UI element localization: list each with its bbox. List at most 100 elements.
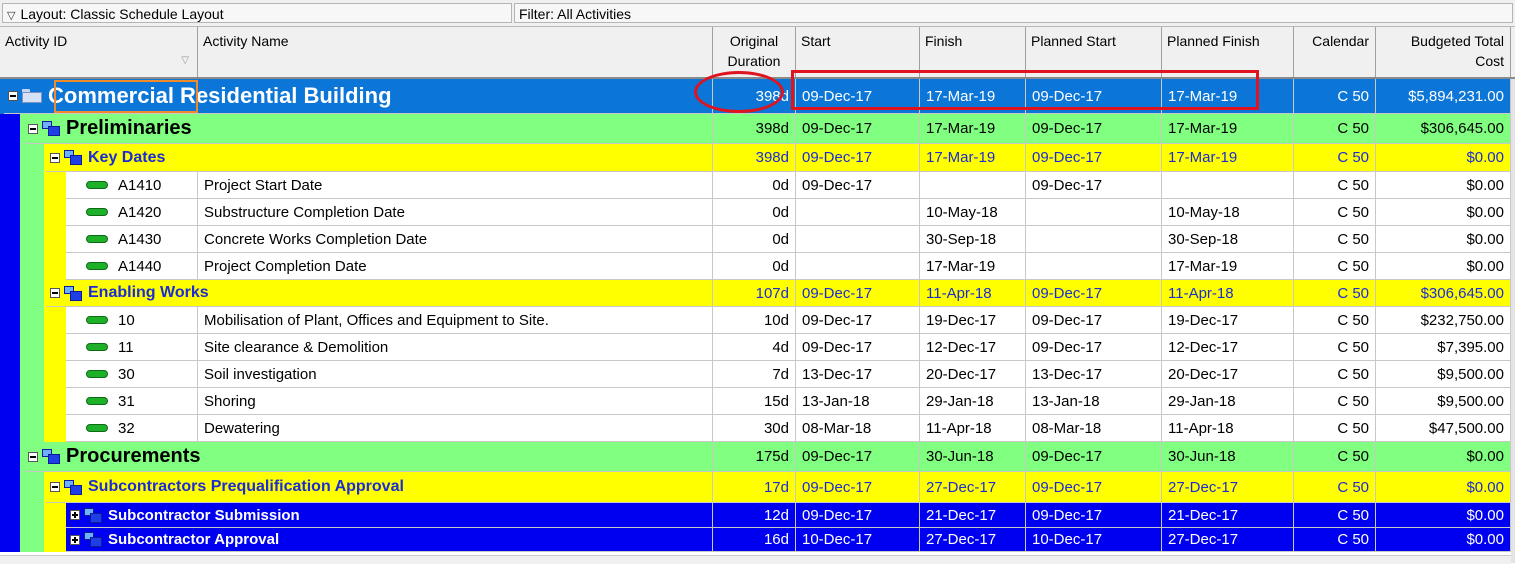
cell-cal[interactable]: C 50 (1294, 528, 1376, 552)
wbs-name-cell[interactable]: Subcontractors Prequalification Approval (46, 472, 713, 503)
wbs-row[interactable]: Subcontractor Approval 16d 10-Dec-17 27-Dec… (0, 528, 1511, 552)
activity-id-cell[interactable]: A1430 (66, 226, 198, 253)
cell-pstart[interactable]: 09-Dec-17 (1026, 79, 1162, 114)
cell-pfinish[interactable]: 30-Jun-18 (1162, 442, 1294, 472)
cell-cost[interactable]: $0.00 (1376, 144, 1511, 172)
cell-start[interactable]: 09-Dec-17 (796, 114, 920, 144)
activity-row[interactable]: A1420 Substructure Completion Date 0d 10-Ma… (0, 199, 1511, 226)
cell-pfinish[interactable]: 20-Dec-17 (1162, 361, 1294, 388)
cell-start[interactable]: 09-Dec-17 (796, 307, 920, 334)
wbs-row[interactable]: Subcontractors Prequalification Approval… (0, 472, 1511, 503)
cell-cost[interactable]: $0.00 (1376, 442, 1511, 472)
cell-dur[interactable]: 107d (713, 280, 796, 307)
cell-cost[interactable]: $0.00 (1376, 503, 1511, 528)
cell-cost[interactable]: $306,645.00 (1376, 280, 1511, 307)
cell-cal[interactable]: C 50 (1294, 253, 1376, 280)
cell-finish[interactable]: 17-Mar-19 (920, 144, 1026, 172)
cell-cal[interactable]: C 50 (1294, 280, 1376, 307)
wbs-row[interactable]: Enabling Works 107d 09-Dec-17 11-Apr-18 09-D… (0, 280, 1511, 307)
wbs-row[interactable]: Key Dates 398d 09-Dec-17 17-Mar-19 09-Dec-17… (0, 144, 1511, 172)
cell-pstart[interactable]: 13-Jan-18 (1026, 388, 1162, 415)
cell-finish[interactable]: 27-Dec-17 (920, 528, 1026, 552)
column-header-original-duration[interactable]: Original Duration (713, 27, 796, 77)
cell-finish[interactable]: 30-Jun-18 (920, 442, 1026, 472)
cell-pstart[interactable]: 09-Dec-17 (1026, 172, 1162, 199)
cell-start[interactable]: 09-Dec-17 (796, 172, 920, 199)
cell-cal[interactable]: C 50 (1294, 472, 1376, 503)
cell-cal[interactable]: C 50 (1294, 199, 1376, 226)
activity-id-cell[interactable]: 32 (66, 415, 198, 442)
activity-name-cell[interactable]: Shoring (198, 388, 713, 415)
cell-cost[interactable]: $47,500.00 (1376, 415, 1511, 442)
cell-dur[interactable]: 30d (713, 415, 796, 442)
collapse-icon[interactable] (50, 482, 60, 492)
cell-pstart[interactable] (1026, 253, 1162, 280)
cell-pfinish[interactable]: 17-Mar-19 (1162, 144, 1294, 172)
cell-dur[interactable]: 15d (713, 388, 796, 415)
activity-row[interactable]: 11 Site clearance & Demolition 4d 09-Dec-17… (0, 334, 1511, 361)
cell-pfinish[interactable]: 27-Dec-17 (1162, 472, 1294, 503)
collapse-icon[interactable] (8, 91, 18, 101)
cell-cal[interactable]: C 50 (1294, 79, 1376, 114)
cell-pstart[interactable]: 13-Dec-17 (1026, 361, 1162, 388)
cell-dur[interactable]: 175d (713, 442, 796, 472)
activity-name-cell[interactable]: Soil investigation (198, 361, 713, 388)
expand-icon[interactable] (70, 534, 80, 545)
cell-cost[interactable]: $9,500.00 (1376, 388, 1511, 415)
activity-name-cell[interactable]: Concrete Works Completion Date (198, 226, 713, 253)
activity-id-cell[interactable]: A1440 (66, 253, 198, 280)
cell-pfinish[interactable]: 17-Mar-19 (1162, 79, 1294, 114)
activity-row[interactable]: 30 Soil investigation 7d 13-Dec-17 20-Dec-17… (0, 361, 1511, 388)
cell-finish[interactable]: 17-Mar-19 (920, 114, 1026, 144)
cell-dur[interactable]: 0d (713, 199, 796, 226)
cell-cost[interactable]: $5,894,231.00 (1376, 79, 1511, 114)
cell-cal[interactable]: C 50 (1294, 226, 1376, 253)
cell-pstart[interactable]: 09-Dec-17 (1026, 144, 1162, 172)
cell-pstart[interactable]: 09-Dec-17 (1026, 503, 1162, 528)
cell-finish[interactable]: 17-Mar-19 (920, 79, 1026, 114)
cell-dur[interactable]: 10d (713, 307, 796, 334)
activity-id-cell[interactable]: A1420 (66, 199, 198, 226)
wbs-name-cell[interactable]: Key Dates (46, 144, 713, 172)
wbs-row[interactable]: Subcontractor Submission 12d 09-Dec-17 21-D… (0, 503, 1511, 528)
activity-row[interactable]: 32 Dewatering 30d 08-Mar-18 11-Apr-18 08-Mar-… (0, 415, 1511, 442)
layout-dropdown[interactable]: ▽ Layout: Classic Schedule Layout (2, 3, 512, 23)
cell-pfinish[interactable]: 21-Dec-17 (1162, 503, 1294, 528)
cell-pstart[interactable] (1026, 226, 1162, 253)
cell-cost[interactable]: $0.00 (1376, 472, 1511, 503)
cell-start[interactable]: 13-Dec-17 (796, 361, 920, 388)
wbs-name-cell[interactable]: Preliminaries (24, 114, 713, 144)
cell-pfinish[interactable]: 17-Mar-19 (1162, 114, 1294, 144)
collapse-icon[interactable] (50, 152, 60, 163)
activity-id-cell[interactable]: A1410 (66, 172, 198, 199)
cell-start[interactable]: 08-Mar-18 (796, 415, 920, 442)
cell-finish[interactable]: 30-Sep-18 (920, 226, 1026, 253)
wbs-row[interactable]: Preliminaries 398d 09-Dec-17 17-Mar-19 09-De… (0, 114, 1511, 144)
cell-start[interactable]: 09-Dec-17 (796, 144, 920, 172)
cell-cost[interactable]: $232,750.00 (1376, 307, 1511, 334)
activity-id-cell[interactable]: 11 (66, 334, 198, 361)
wbs-name-cell[interactable]: Procurements (24, 442, 713, 472)
cell-pfinish[interactable]: 27-Dec-17 (1162, 528, 1294, 552)
cell-dur[interactable]: 16d (713, 528, 796, 552)
wbs-name-cell[interactable]: Commercial Residential Building (4, 79, 713, 114)
cell-cost[interactable]: $0.00 (1376, 199, 1511, 226)
column-header-activity-name[interactable]: Activity Name (198, 27, 713, 77)
cell-dur[interactable]: 0d (713, 226, 796, 253)
cell-pstart[interactable]: 09-Dec-17 (1026, 472, 1162, 503)
cell-cal[interactable]: C 50 (1294, 307, 1376, 334)
cell-cal[interactable]: C 50 (1294, 361, 1376, 388)
cell-start[interactable]: 09-Dec-17 (796, 334, 920, 361)
cell-finish[interactable]: 27-Dec-17 (920, 472, 1026, 503)
cell-start[interactable] (796, 253, 920, 280)
cell-cal[interactable]: C 50 (1294, 334, 1376, 361)
cell-start[interactable]: 09-Dec-17 (796, 472, 920, 503)
cell-pstart[interactable]: 09-Dec-17 (1026, 307, 1162, 334)
cell-finish[interactable]: 11-Apr-18 (920, 415, 1026, 442)
cell-pstart[interactable]: 08-Mar-18 (1026, 415, 1162, 442)
cell-dur[interactable]: 398d (713, 114, 796, 144)
cell-pstart[interactable]: 09-Dec-17 (1026, 442, 1162, 472)
cell-cost[interactable]: $0.00 (1376, 253, 1511, 280)
cell-dur[interactable]: 12d (713, 503, 796, 528)
column-header-start[interactable]: Start (796, 27, 920, 77)
